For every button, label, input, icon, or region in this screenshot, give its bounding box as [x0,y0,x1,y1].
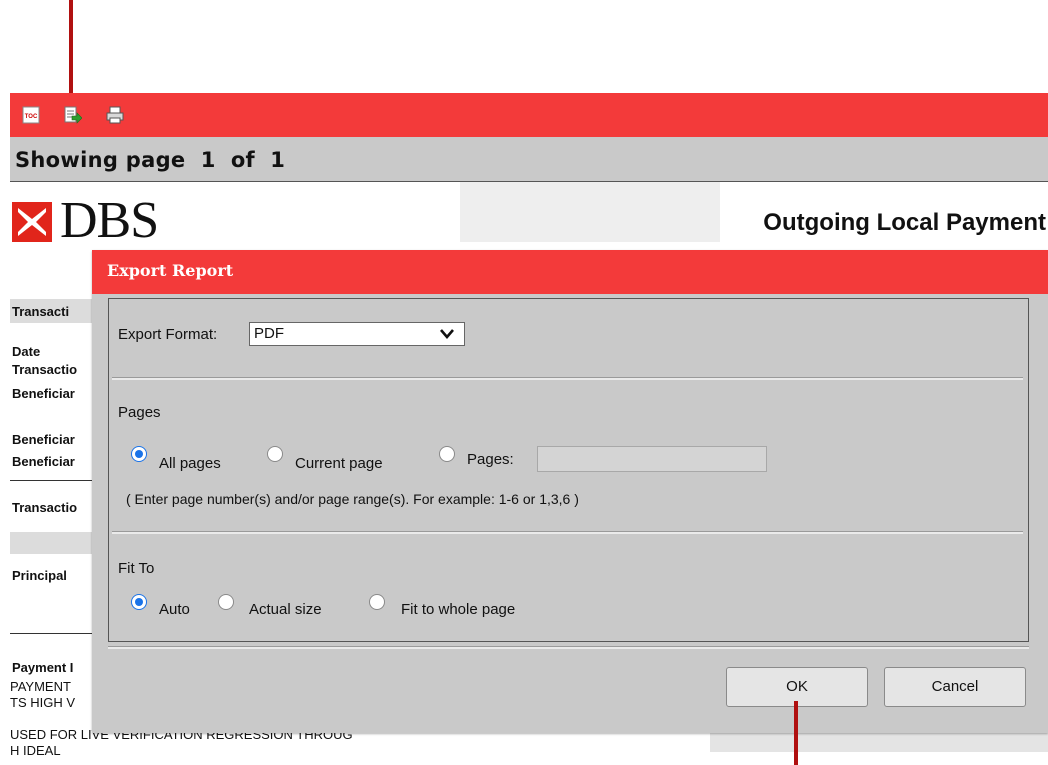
page-status: Showing page 1 of 1 [15,148,286,172]
pages-range-input[interactable] [537,446,767,472]
report-label: Principal [12,568,67,583]
payment-text-line: TS HIGH V [10,695,76,710]
report-label: Beneficiar [12,454,75,469]
print-icon[interactable] [106,106,124,124]
fit-actual-size-label[interactable]: Actual size [249,601,322,618]
all-pages-label[interactable]: All pages [159,455,221,472]
current-page-label[interactable]: Current page [295,455,383,472]
all-pages-radio[interactable] [131,446,147,462]
report-label: Transactio [12,362,78,377]
dialog-title: Export Report [107,261,234,280]
dialog-panel: Export Format: PDF Pages All pages Curre… [108,298,1029,642]
annotation-line-bottom [794,701,798,765]
fit-actual-size-radio[interactable] [218,594,234,610]
export-icon[interactable] [64,106,82,124]
viewer-toolbar: TOC [10,93,1048,137]
report-label: Beneficiar [12,432,75,447]
annotation-line-top [69,0,73,94]
pages-range-label[interactable]: Pages: [467,451,514,468]
report-label: Date [12,344,41,359]
pages-radio[interactable] [439,446,455,462]
payment-text-line: PAYMENT [10,679,71,694]
fit-whole-page-label[interactable]: Fit to whole page [401,601,515,618]
export-format-select[interactable]: PDF [249,322,465,346]
dbs-logo-mark [12,202,52,242]
export-format-value: PDF [254,325,284,342]
section-divider [112,531,1023,534]
pages-hint: ( Enter page number(s) and/or page range… [126,491,579,507]
report-label: Beneficiar [12,386,75,401]
toc-icon-text: TOC [25,114,38,120]
background-tile [460,182,720,242]
current-page-radio[interactable] [267,446,283,462]
payment-text-line: H IDEAL [10,743,61,758]
fit-to-heading: Fit To [118,560,155,577]
toc-icon[interactable]: TOC [22,106,40,124]
dbs-logo-text: DBS [60,192,159,249]
cancel-button[interactable]: Cancel [884,667,1026,707]
section-divider [112,377,1023,380]
fit-auto-label[interactable]: Auto [159,601,190,618]
dialog-header[interactable]: Export Report [92,250,1048,294]
report-title: Outgoing Local Payment [763,209,1046,236]
report-label: Payment I [12,660,74,675]
pages-heading: Pages [118,404,161,421]
chevron-down-icon [440,329,454,339]
page-status-bar: Showing page 1 of 1 [10,137,1048,182]
fit-auto-radio[interactable] [131,594,147,610]
report-label: Transacti [12,304,70,319]
export-format-label: Export Format: [118,326,218,343]
fit-whole-page-radio[interactable] [369,594,385,610]
dialog-footer-divider [108,646,1029,649]
report-label: Transactio [12,500,78,515]
export-report-dialog: Export Report Export Format: PDF Pages A… [92,250,1048,733]
